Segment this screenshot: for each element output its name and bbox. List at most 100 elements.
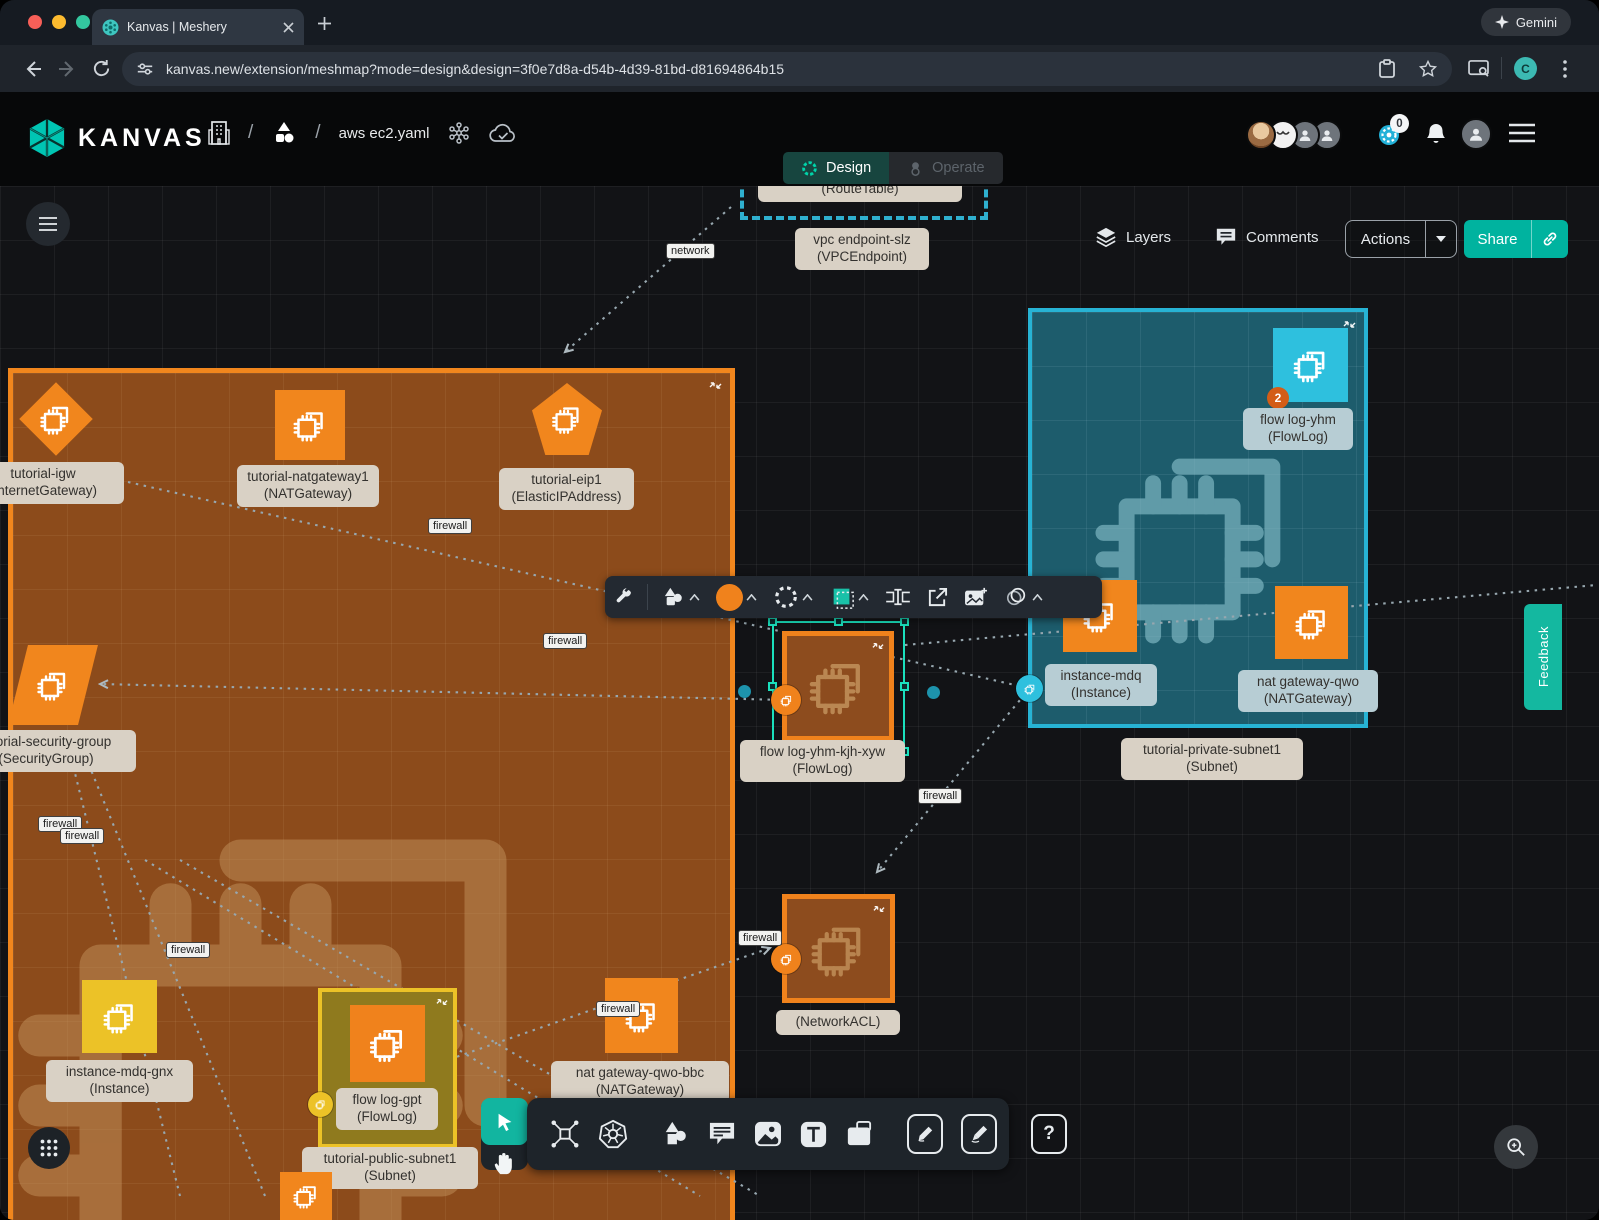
app-menu-icon[interactable] — [1508, 123, 1536, 143]
edge-label-firewall[interactable]: firewall — [166, 942, 210, 958]
routetable-label[interactable]: (RouteTable) — [758, 186, 962, 202]
design-canvas[interactable]: (RouteTable) vpc endpoint-slz(VPCEndpoin… — [0, 186, 1599, 1220]
shapes-menu[interactable] — [654, 576, 708, 618]
bookmark-star-icon[interactable] — [1418, 59, 1438, 79]
instance-gnx-label[interactable]: instance-mdq-gnx(Instance) — [46, 1060, 193, 1102]
share-link-icon[interactable] — [1532, 230, 1568, 248]
tab-operate[interactable]: Operate — [889, 152, 1002, 184]
edge-label-firewall[interactable]: firewall — [428, 518, 472, 534]
mesh-sync-icon[interactable] — [447, 121, 471, 145]
flowlog-gpt-handle[interactable] — [308, 1092, 333, 1117]
tools-wrench-icon[interactable] — [605, 576, 641, 618]
instance-mdq-label[interactable]: instance-mdq(Instance) — [1045, 664, 1157, 706]
edge-label-firewall[interactable]: firewall — [60, 828, 104, 844]
selection-handle[interactable] — [900, 682, 909, 691]
node-flowlog-gpt[interactable] — [350, 1005, 425, 1082]
select-tool-button[interactable] — [481, 1098, 528, 1145]
node-flowlog-selected[interactable] — [782, 631, 894, 741]
edge-label-firewall[interactable]: firewall — [738, 930, 782, 946]
highlighter-tool-button[interactable] — [952, 1114, 1006, 1154]
user-profile-avatar[interactable] — [1460, 118, 1492, 150]
browser-tab[interactable]: Kanvas | Meshery — [92, 9, 304, 45]
node-instance-gnx[interactable] — [82, 980, 157, 1053]
node-bottom-partial[interactable] — [280, 1172, 332, 1220]
node-nat-gateway1[interactable] — [275, 390, 345, 460]
save-to-clipboard-icon[interactable] — [1378, 59, 1396, 79]
share-button[interactable]: Share — [1464, 220, 1568, 258]
organization-icon[interactable] — [208, 120, 230, 146]
eip1-label[interactable]: tutorial-eip1(ElasticIPAddress) — [499, 468, 634, 510]
image-tool-icon[interactable] — [745, 1121, 791, 1147]
flowlog-yhm-label[interactable]: flow log-yhm(FlowLog) — [1243, 408, 1353, 450]
comment-tool-icon[interactable] — [699, 1121, 745, 1147]
selection-handle[interactable] — [834, 617, 843, 626]
natgateway-qwo-label[interactable]: nat gateway-qwo(NATGateway) — [1238, 670, 1378, 712]
tab-close-icon[interactable] — [283, 22, 294, 33]
collapse-node-icon[interactable] — [873, 903, 885, 915]
traffic-light-minimize[interactable] — [52, 15, 66, 29]
browser-profile-avatar[interactable]: C — [1514, 57, 1537, 80]
canvas-menu-button[interactable] — [26, 202, 70, 246]
node-network-acl[interactable] — [782, 894, 895, 1003]
flowlog-yhm-count-badge[interactable]: 2 — [1267, 387, 1289, 409]
reading-mode-icon[interactable] — [1463, 54, 1493, 84]
node-shape-menu[interactable] — [821, 576, 877, 618]
node-nat-gateway-qwo[interactable] — [1275, 586, 1348, 659]
vpc-endpoint-label[interactable]: vpc endpoint-slz(VPCEndpoint) — [795, 228, 929, 270]
fill-color-menu[interactable] — [708, 576, 765, 618]
actions-caret-icon[interactable] — [1426, 235, 1456, 243]
site-settings-icon[interactable] — [136, 60, 154, 78]
edge-label-firewall[interactable]: firewall — [596, 1001, 640, 1017]
comments-button[interactable]: Comments — [1215, 226, 1319, 248]
forward-icon[interactable] — [52, 54, 82, 84]
flowlog-selected-label[interactable]: flow log-yhm-kjh-xyw(FlowLog) — [740, 740, 905, 782]
border-style-menu[interactable] — [765, 576, 821, 618]
reload-icon[interactable] — [86, 54, 116, 84]
tab-design[interactable]: Design — [783, 152, 889, 184]
traffic-light-close[interactable] — [28, 15, 42, 29]
address-bar[interactable]: kanvas.new/extension/meshmap?mode=design… — [122, 52, 1452, 86]
natgateway-bbc-label[interactable]: nat gateway-qwo-bbc(NATGateway) — [551, 1061, 729, 1103]
notifications-bell-icon[interactable] — [1425, 122, 1447, 146]
collapse-node-icon[interactable] — [872, 640, 884, 652]
component-tool-icon[interactable] — [541, 1119, 589, 1149]
apps-grid-button[interactable] — [28, 1127, 70, 1169]
shapes-tool-icon[interactable] — [653, 1120, 699, 1148]
selection-handle[interactable] — [768, 617, 777, 626]
actions-button[interactable]: Actions — [1345, 220, 1457, 258]
design-file-name[interactable]: aws ec2.yaml — [339, 125, 430, 142]
collaborator-avatar[interactable] — [1246, 120, 1276, 150]
workspace-shapes-icon[interactable] — [271, 120, 297, 146]
selection-handle[interactable] — [900, 617, 909, 626]
flowlog-selected-handle[interactable] — [771, 685, 801, 715]
back-icon[interactable] — [18, 54, 48, 84]
collapse-node-icon[interactable] — [436, 996, 448, 1008]
edge-endpoint-dot[interactable] — [738, 685, 751, 698]
igw-label[interactable]: tutorial-igw(InternetGateway) — [0, 462, 124, 504]
new-tab-icon[interactable] — [318, 17, 331, 30]
grouping-menu[interactable] — [996, 576, 1051, 618]
edge-label-network[interactable]: network — [666, 243, 715, 259]
layers-button[interactable]: Layers — [1095, 226, 1171, 248]
note-tool-icon[interactable] — [836, 1121, 882, 1147]
fill-color-swatch[interactable] — [716, 584, 743, 611]
pan-tool-button[interactable] — [488, 1148, 520, 1178]
private-subnet-handle[interactable] — [1016, 675, 1043, 702]
rename-node-icon[interactable] — [877, 576, 919, 618]
pen-tool-button[interactable] — [898, 1114, 952, 1154]
private-subnet-label[interactable]: tutorial-private-subnet1(Subnet) — [1121, 738, 1303, 780]
zoom-button[interactable] — [1494, 1125, 1538, 1169]
network-acl-label[interactable]: (NetworkACL) — [776, 1010, 900, 1035]
open-in-new-icon[interactable] — [919, 576, 956, 618]
kubernetes-tool-icon[interactable] — [589, 1119, 637, 1149]
text-tool-icon[interactable] — [791, 1121, 836, 1148]
environment-badge[interactable]: 0 — [1376, 120, 1404, 148]
kanvas-logo[interactable]: KANVAS — [28, 118, 206, 158]
flowlog-gpt-label[interactable]: flow log-gpt(FlowLog) — [336, 1088, 438, 1130]
natgateway1-label[interactable]: tutorial-natgateway1(NATGateway) — [237, 465, 379, 507]
edge-endpoint-dot[interactable] — [927, 686, 940, 699]
help-button[interactable]: ? — [1022, 1114, 1076, 1154]
browser-menu-icon[interactable] — [1550, 54, 1580, 84]
edge-label-firewall[interactable]: firewall — [918, 788, 962, 804]
gemini-button[interactable]: Gemini — [1481, 8, 1571, 36]
